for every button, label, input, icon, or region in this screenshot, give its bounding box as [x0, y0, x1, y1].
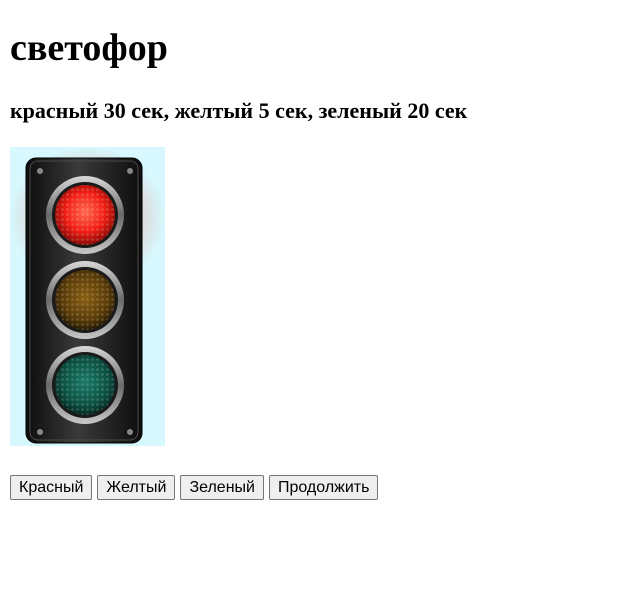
continue-button[interactable]: Продолжить [268, 475, 379, 500]
screw-bottom-left [37, 429, 43, 435]
green-lamp [46, 346, 124, 424]
yellow-button[interactable]: Желтый [97, 475, 176, 500]
screw-top-left [37, 168, 43, 174]
page-subtitle: красный 30 сек, желтый 5 сек, зеленый 20… [10, 98, 468, 123]
screw-bottom-right [127, 429, 133, 435]
page-title: светофор [10, 27, 168, 69]
red-lamp [46, 176, 124, 254]
red-button[interactable]: Красный [10, 475, 93, 500]
traffic-light-image [10, 147, 165, 446]
button-row: Красный Желтый Зеленый Продолжить [10, 475, 379, 500]
yellow-lamp [46, 261, 124, 339]
screw-top-right [127, 168, 133, 174]
green-button[interactable]: Зеленый [180, 475, 264, 500]
